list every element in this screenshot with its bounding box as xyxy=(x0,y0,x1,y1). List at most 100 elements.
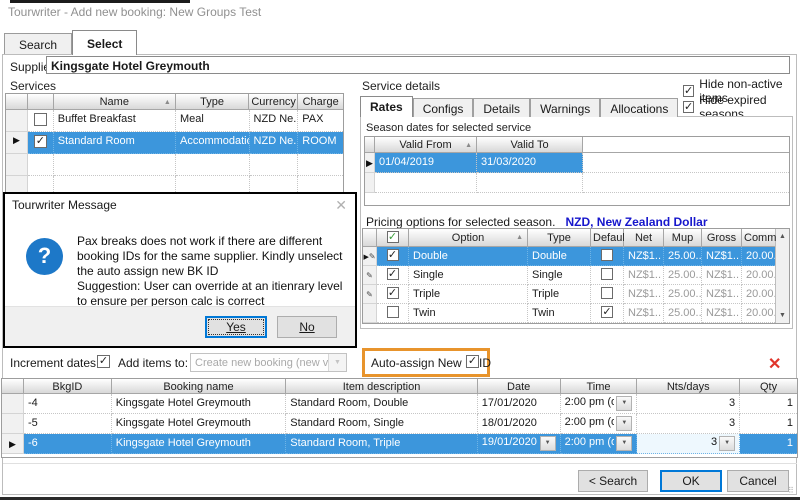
bookings-col-desc[interactable]: Item description xyxy=(286,379,478,394)
edit-pencil-icon: ✎ xyxy=(366,271,373,280)
pricing-options-label: Pricing options for selected season. NZD… xyxy=(366,215,708,229)
pricing-row-single[interactable]: ✎ ✓ Single Single NZ$1.. 25.00.. NZ$1.. … xyxy=(363,266,775,285)
tab-allocations[interactable]: Allocations xyxy=(600,98,678,117)
add-items-to-select[interactable]: Create new booking (new voucher) ▼ xyxy=(190,353,347,372)
main-tab-bar: Search Select xyxy=(4,30,137,55)
sort-ascending-icon: ▲ xyxy=(164,99,171,106)
dialog-message-line2: Suggestion: User can override at an itie… xyxy=(77,279,349,309)
pricing-currency-label: NZD, New Zealand Dollar xyxy=(565,215,707,229)
remove-item-icon[interactable]: ✕ xyxy=(768,354,781,374)
booking-row-minus5[interactable]: -5 Kingsgate Hotel Greymouth Standard Ro… xyxy=(2,414,797,434)
back-to-search-button[interactable]: < Search xyxy=(578,470,648,492)
tourwriter-message-dialog: Tourwriter Message ✕ ? Pax breaks does n… xyxy=(3,192,357,348)
pricing-col-net[interactable]: Net xyxy=(624,229,664,247)
background-window-edge xyxy=(10,0,190,3)
pricing-col-option[interactable]: Option▲ xyxy=(409,229,528,247)
default-checkbox-unchecked[interactable] xyxy=(601,287,613,299)
current-row-icon: ▶ xyxy=(366,158,373,168)
season-row[interactable]: ▶ 01/04/2019 31/03/2020 xyxy=(365,153,789,173)
scroll-down-icon[interactable]: ▼ xyxy=(776,308,789,323)
pricing-col-mup[interactable]: Mup xyxy=(664,229,702,247)
services-col-name[interactable]: Name▲ xyxy=(54,94,176,110)
pricing-checkbox-checked[interactable]: ✓ xyxy=(387,268,399,280)
hide-expired-checkbox[interactable]: ✓ xyxy=(683,101,694,113)
edit-pencil-icon: ✎ xyxy=(366,290,373,299)
window-title: Tourwriter - Add new booking: New Groups… xyxy=(8,5,261,19)
bookings-grid: BkgID Booking name Item description Date… xyxy=(1,378,798,458)
yes-button[interactable]: Yes xyxy=(205,316,267,338)
services-label: Services xyxy=(10,79,56,93)
services-col-currency[interactable]: Currency xyxy=(249,94,298,110)
pricing-col-gross[interactable]: Gross xyxy=(702,229,742,247)
increment-dates-label: Increment dates xyxy=(10,356,96,370)
pricing-col-type[interactable]: Type xyxy=(528,229,591,247)
tab-select[interactable]: Select xyxy=(72,30,137,55)
increment-dates-checkbox[interactable]: ✓ xyxy=(97,355,110,368)
tab-search[interactable]: Search xyxy=(4,33,72,55)
chevron-down-icon[interactable]: ▼ xyxy=(616,436,632,451)
service-details-label: Service details xyxy=(362,79,440,93)
service-checkbox-checked[interactable]: ✓ xyxy=(34,135,47,148)
pricing-col-default[interactable]: Defaul xyxy=(591,229,624,247)
bookings-col-nts[interactable]: Nts/days xyxy=(637,379,740,394)
select-all-checkbox[interactable]: ✓ xyxy=(387,231,399,243)
chevron-down-icon[interactable]: ▼ xyxy=(719,436,735,451)
default-checkbox-checked[interactable]: ✓ xyxy=(601,306,613,318)
dialog-message: Pax breaks does not work if there are di… xyxy=(77,234,349,309)
no-button[interactable]: No xyxy=(277,316,337,338)
bookings-col-time[interactable]: Time xyxy=(561,379,638,394)
pricing-scrollbar[interactable]: ▲ ▼ xyxy=(775,229,789,323)
services-corner-header xyxy=(6,94,28,110)
chevron-down-icon: ▼ xyxy=(328,354,346,371)
season-dates-label: Season dates for selected service xyxy=(366,122,531,134)
services-col-charge[interactable]: Charge xyxy=(298,94,343,110)
booking-row-minus4[interactable]: -4 Kingsgate Hotel Greymouth Standard Ro… xyxy=(2,394,797,414)
pricing-select-all-header[interactable]: ✓ xyxy=(377,229,409,247)
service-details-tab-bar: Rates Configs Details Warnings Allocatio… xyxy=(360,96,678,117)
pricing-checkbox-checked[interactable]: ✓ xyxy=(387,249,399,261)
auto-assign-checkbox[interactable]: ✓ xyxy=(466,355,479,368)
services-row-standard-room[interactable]: ▶ ✓ Standard Room Accommodation NZD Ne..… xyxy=(6,132,343,154)
resize-grip[interactable]: ⠿ xyxy=(788,486,795,495)
default-checkbox-unchecked[interactable] xyxy=(601,249,613,261)
cancel-button[interactable]: Cancel xyxy=(727,470,789,492)
services-col-type[interactable]: Type xyxy=(176,94,249,110)
nts-days-editor[interactable]: 3▼ xyxy=(637,434,740,454)
tab-rates[interactable]: Rates xyxy=(360,96,413,117)
bookings-col-bkgid[interactable]: BkgID xyxy=(24,379,112,394)
chevron-down-icon[interactable]: ▼ xyxy=(616,396,632,411)
chevron-down-icon[interactable]: ▼ xyxy=(540,436,556,451)
pricing-header-row: ✓ Option▲ Type Defaul Net Mup Gross Comm xyxy=(363,229,775,247)
chevron-down-icon[interactable]: ▼ xyxy=(616,416,632,431)
tab-configs[interactable]: Configs xyxy=(413,98,474,117)
scroll-up-icon[interactable]: ▲ xyxy=(776,229,789,244)
pricing-row-double[interactable]: ▶✎ ✓ Double Double NZ$1.. 25.00.. NZ$1..… xyxy=(363,247,775,266)
pricing-col-comm[interactable]: Comm xyxy=(742,229,775,247)
question-icon: ? xyxy=(26,238,63,275)
season-col-valid-to[interactable]: Valid To xyxy=(477,137,583,153)
pricing-checkbox-checked[interactable]: ✓ xyxy=(387,287,399,299)
pricing-checkbox-unchecked[interactable] xyxy=(387,306,399,318)
pricing-row-twin[interactable]: Twin Twin ✓ NZ$1.. 25.00.. NZ$1.. 20.00.… xyxy=(363,304,775,323)
supplier-field[interactable]: Kingsgate Hotel Greymouth xyxy=(46,56,790,74)
default-checkbox-unchecked[interactable] xyxy=(601,268,613,280)
season-col-valid-from[interactable]: Valid From▲ xyxy=(375,137,477,153)
dialog-button-strip: Yes No xyxy=(5,306,355,346)
booking-row-minus6[interactable]: ▶ -6 Kingsgate Hotel Greymouth Standard … xyxy=(2,434,797,454)
tourwriter-window: Tourwriter - Add new booking: New Groups… xyxy=(0,0,800,500)
service-checkbox-unchecked[interactable] xyxy=(34,113,47,126)
services-header-row: Name▲ Type Currency Charge xyxy=(6,94,343,110)
add-items-to-value: Create new booking (new voucher) xyxy=(191,354,328,371)
services-row-buffet[interactable]: Buffet Breakfast Meal NZD Ne... PAX xyxy=(6,110,343,132)
tab-warnings[interactable]: Warnings xyxy=(530,98,600,117)
dialog-title: Tourwriter Message xyxy=(12,198,117,212)
tab-details[interactable]: Details xyxy=(473,98,530,117)
bookings-col-date[interactable]: Date xyxy=(478,379,561,394)
services-checkbox-header[interactable] xyxy=(28,94,54,110)
bookings-col-qty[interactable]: Qty xyxy=(740,379,797,394)
close-icon[interactable]: ✕ xyxy=(335,197,347,214)
pricing-row-triple[interactable]: ✎ ✓ Triple Triple NZ$1.. 25.00.. NZ$1.. … xyxy=(363,285,775,304)
sort-ascending-icon: ▲ xyxy=(516,234,523,241)
ok-button[interactable]: OK xyxy=(660,470,722,492)
bookings-col-name[interactable]: Booking name xyxy=(112,379,287,394)
